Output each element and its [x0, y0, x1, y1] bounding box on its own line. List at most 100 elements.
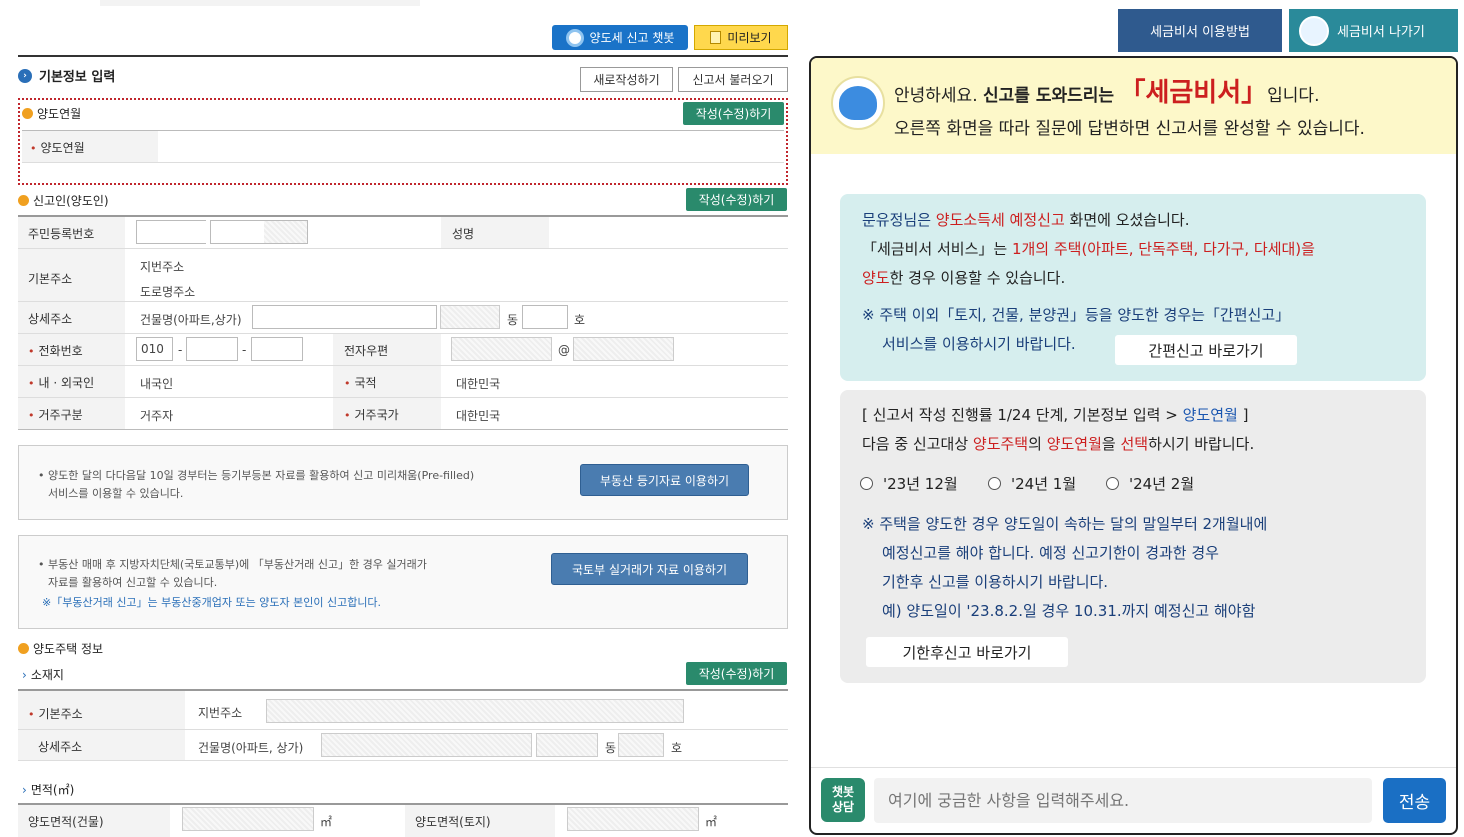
- progress-text: [ 신고서 작성 진행률 1/24 단계, 기본정보 입력 > 양도연월 ] 다…: [862, 406, 1255, 453]
- area-land-input[interactable]: [567, 807, 699, 831]
- building-label: 건물명(아파트,상가): [140, 313, 242, 327]
- country-label: • 국적: [344, 376, 377, 390]
- bullet-icon: [18, 643, 29, 654]
- house-detail-addr-label: 상세주소: [38, 740, 83, 754]
- building-input[interactable]: [252, 305, 437, 329]
- edit-reporter-button[interactable]: 작성(수정)하기: [686, 188, 787, 211]
- ho-label: 호: [574, 313, 586, 327]
- country-value: 대한민국: [456, 377, 501, 391]
- robot-avatar-icon: [1299, 15, 1329, 46]
- house-base-addr-label: • 기본주소: [28, 707, 83, 721]
- exit-button[interactable]: 세금비서 나가기: [1289, 9, 1458, 52]
- chatbot-consult-badge: 챗봇 상담: [821, 778, 865, 822]
- dong-input[interactable]: [440, 305, 500, 329]
- edit-house-button[interactable]: 작성(수정)하기: [686, 662, 787, 685]
- chatbot-button[interactable]: 양도세 신고 챗봇: [552, 25, 688, 50]
- jibun-addr: 지번주소: [140, 260, 185, 274]
- dong-label: 동: [507, 313, 519, 327]
- residence-label: • 거주구분: [28, 408, 83, 422]
- house-building-label: 건물명(아파트, 상가): [198, 741, 304, 755]
- arrow-circle-icon: ›: [18, 68, 32, 83]
- house-jibun-label: 지번주소: [198, 706, 243, 720]
- robot-icon: [565, 28, 584, 47]
- radio-icon[interactable]: [988, 477, 1001, 490]
- email-label: 전자우편: [344, 344, 389, 358]
- area-land-label: 양도면적(토지): [415, 815, 491, 829]
- area-bldg-input[interactable]: [182, 807, 314, 831]
- greeting-line-1: 안녕하세요. 신고를 도와드리는 「세금비서」입니다.: [894, 78, 1320, 108]
- month-option-2[interactable]: '24년 1월: [988, 473, 1076, 494]
- new-write-button[interactable]: 새로작성하기: [580, 67, 673, 92]
- divider: [18, 760, 788, 761]
- house-ho-label: 호: [671, 741, 683, 755]
- top-divider: [18, 55, 788, 57]
- divider: [18, 429, 788, 430]
- nationality-value: 내국인: [140, 377, 174, 391]
- house-dong-input[interactable]: [536, 733, 598, 757]
- area-bldg-unit: ㎡: [320, 815, 333, 829]
- trade-info-text: • 부동산 매매 후 지방자치단체(국토교통부)에 「부동산거래 신고」한 경우…: [38, 558, 427, 609]
- house-dong-label: 동: [605, 741, 617, 755]
- house-ho-input[interactable]: [618, 733, 664, 757]
- divider: [22, 162, 784, 163]
- area-bldg-label: 양도면적(건물): [28, 815, 104, 829]
- bullet-icon: [22, 108, 33, 119]
- send-button[interactable]: 전송: [1383, 778, 1446, 823]
- phone-prefix-input[interactable]: 010: [136, 337, 173, 361]
- chat-input[interactable]: [874, 778, 1372, 823]
- input-divider: [811, 767, 1456, 768]
- chatbot-avatar: [831, 76, 885, 130]
- rrn-input-1[interactable]: [136, 220, 206, 244]
- registry-info-text: • 양도한 달의 다다음달 10일 경부터는 등기부등본 자료를 활용하여 신고…: [38, 469, 475, 500]
- transfer-month-section: 양도연월: [22, 105, 81, 122]
- house-building-input[interactable]: [321, 733, 532, 757]
- divider: [18, 248, 788, 249]
- top-faded-strip: [100, 0, 420, 6]
- radio-icon[interactable]: [1106, 477, 1119, 490]
- deadline-note: ※ 주택을 양도한 경우 양도일이 속하는 달의 말일부터 2개월내에 예정신고…: [862, 515, 1268, 620]
- base-addr-label: 기본주소: [28, 272, 73, 286]
- divider: [18, 301, 788, 302]
- document-icon: [710, 31, 722, 44]
- rrn-masked: [264, 221, 307, 243]
- edit-transfer-month-button[interactable]: 작성(수정)하기: [683, 102, 784, 125]
- chevron-right-icon: ›: [22, 667, 27, 682]
- phone-label: • 전화번호: [28, 344, 83, 358]
- res-country-label: • 거주국가: [344, 408, 399, 422]
- phone-last-input[interactable]: [251, 337, 303, 361]
- nationality-label: • 내 · 외국인: [28, 376, 95, 390]
- road-addr: 도로명주소: [140, 285, 196, 299]
- trade-price-button[interactable]: 국토부 실거래가 자료 이용하기: [551, 553, 748, 585]
- email-id-input[interactable]: [451, 337, 552, 361]
- robot-icon: [839, 86, 877, 120]
- simple-report-button[interactable]: 간편신고 바로가기: [1115, 335, 1297, 365]
- rrn-label: 주민등록번호: [28, 227, 95, 241]
- month-option-3[interactable]: '24년 2월: [1106, 473, 1194, 494]
- location-subsection: › 소재지: [22, 667, 64, 683]
- howto-button[interactable]: 세금비서 이용방법: [1118, 9, 1282, 52]
- preview-button[interactable]: 미리보기: [694, 25, 788, 50]
- registry-data-button[interactable]: 부동산 등기자료 이용하기: [580, 464, 749, 496]
- at-sign: @: [558, 343, 570, 357]
- house-jibun-input[interactable]: [266, 699, 684, 723]
- detail-addr-label: 상세주소: [28, 312, 73, 326]
- house-section: 양도주택 정보: [18, 640, 103, 657]
- reporter-section: 신고인(양도인): [18, 192, 109, 209]
- table-top-line: [18, 215, 788, 217]
- page-title: › 기본정보 입력: [18, 66, 115, 85]
- area-subsection: › 면적(㎡): [22, 782, 75, 798]
- month-option-1[interactable]: '23년 12월: [860, 473, 958, 494]
- area-land-unit: ㎡: [705, 815, 718, 829]
- dash: -: [242, 343, 247, 357]
- transfer-month-label: • 양도연월: [30, 141, 85, 155]
- residence-value: 거주자: [140, 409, 174, 423]
- email-domain-input[interactable]: [573, 337, 674, 361]
- name-label: 성명: [452, 227, 475, 241]
- radio-icon[interactable]: [860, 477, 873, 490]
- phone-mid-input[interactable]: [186, 337, 238, 361]
- chevron-right-icon: ›: [22, 782, 27, 797]
- load-report-button[interactable]: 신고서 불러오기: [678, 67, 788, 92]
- res-country-value: 대한민국: [456, 409, 501, 423]
- ho-input[interactable]: [522, 305, 568, 329]
- late-report-button[interactable]: 기한후신고 바로가기: [866, 637, 1068, 667]
